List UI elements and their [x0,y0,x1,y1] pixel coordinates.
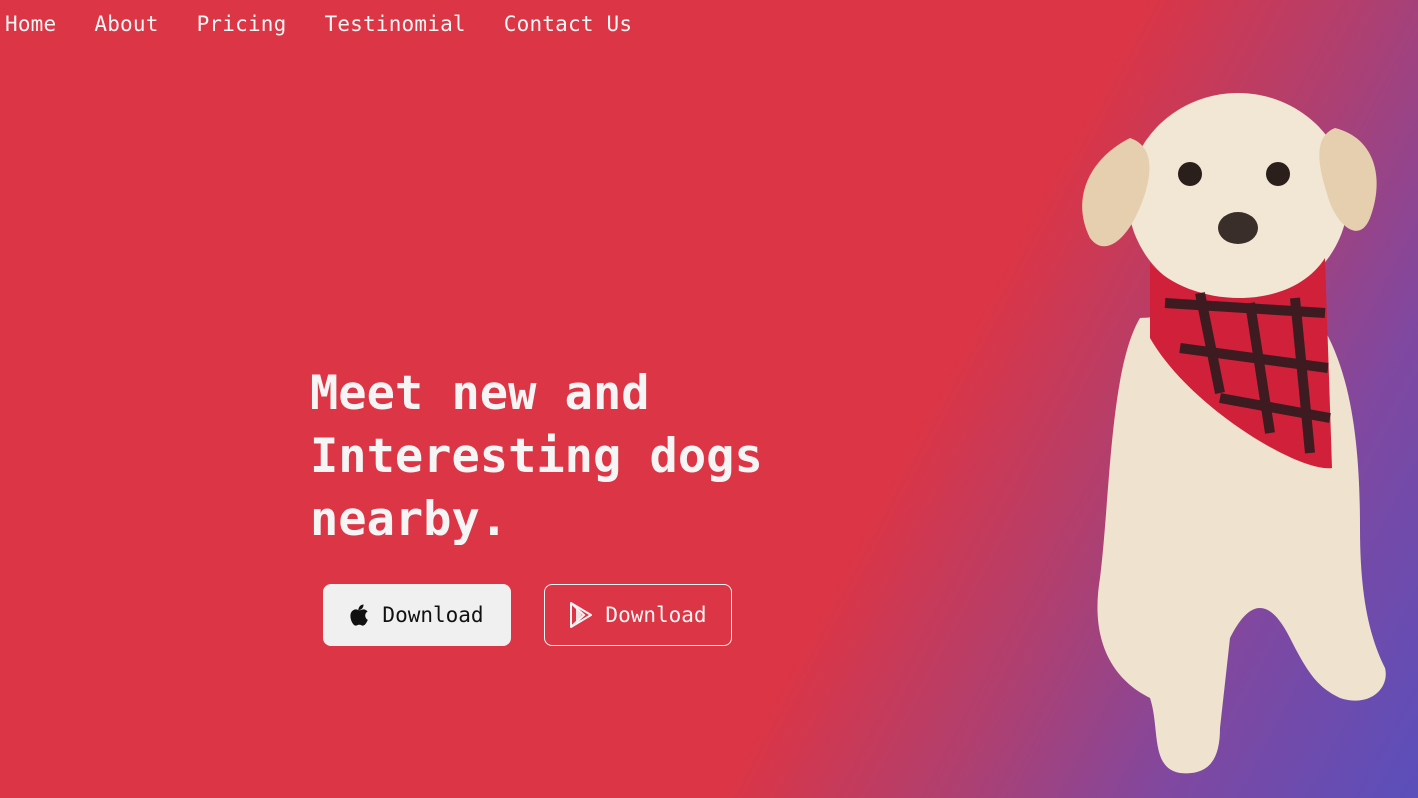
apple-icon [350,604,370,626]
hero-title-line-3: nearby. [310,492,509,547]
google-play-download-label: Download [605,603,707,627]
top-nav: Home About Pricing Testinomial Contact U… [0,0,665,48]
nav-pricing[interactable]: Pricing [197,12,287,36]
nav-testimonial[interactable]: Testinomial [325,12,466,36]
google-play-download-button[interactable]: Download [544,584,732,646]
app-store-download-button[interactable]: Download [323,584,511,646]
dog-image [1082,93,1386,774]
nav-about[interactable]: About [94,12,158,36]
dog-nose [1218,212,1258,244]
hero-title-line-1: Meet new and [310,366,650,421]
hero-title-line-2: Interesting dogs [310,429,763,484]
dog-right-eye [1266,162,1290,186]
hero-title: Meet new and Interesting dogs nearby. [310,362,830,551]
nav-contact-us[interactable]: Contact Us [504,12,632,36]
google-play-icon [569,602,593,628]
dog-left-eye [1178,162,1202,186]
app-store-download-label: Download [382,603,484,627]
nav-home[interactable]: Home [5,12,56,36]
